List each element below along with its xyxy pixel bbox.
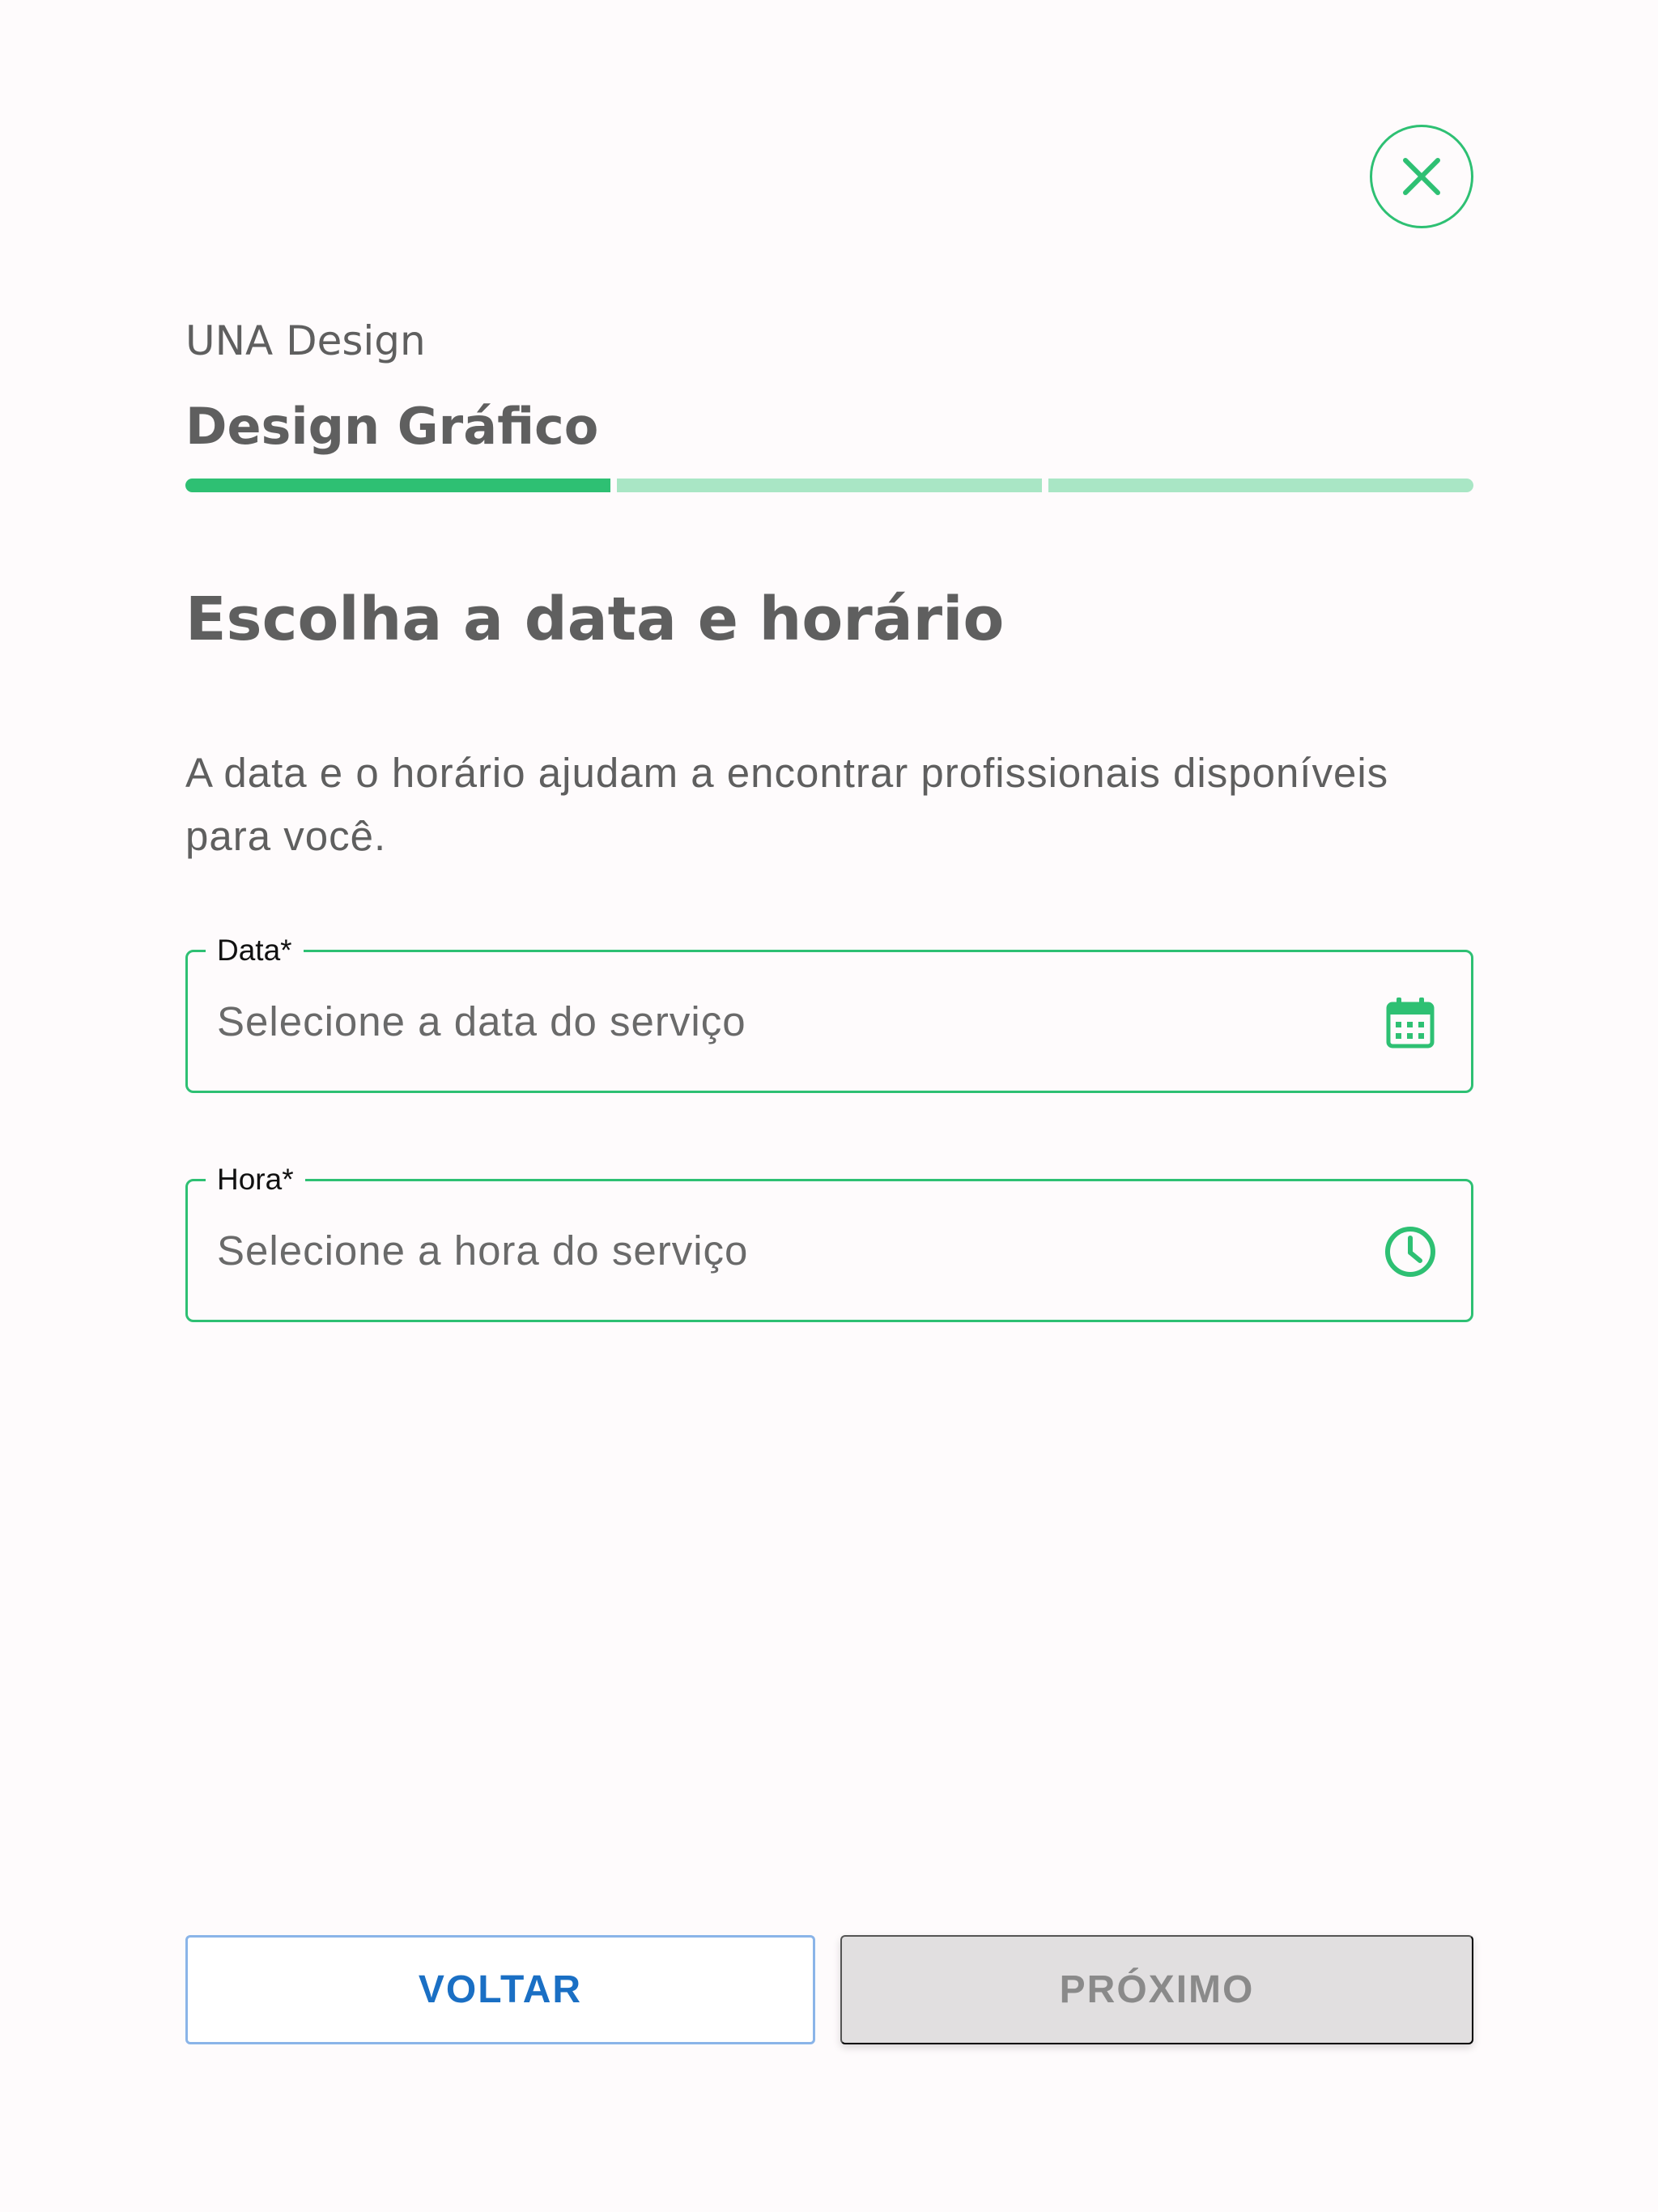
date-field[interactable]: Data* Selecione a data do serviço [185,934,1473,1093]
time-field-placeholder: Selecione a hora do serviço [217,1227,749,1274]
back-button[interactable]: VOLTAR [185,1935,815,2044]
close-icon [1403,158,1440,195]
time-field-label: Hora* [206,1163,305,1196]
service-schedule-screen: UNA Design Design Gráfico Escolha a data… [0,0,1658,2212]
next-button[interactable]: PRÓXIMO [840,1935,1473,2044]
clock-icon[interactable] [1382,1223,1439,1280]
calendar-icon[interactable] [1382,994,1439,1051]
service-title: Design Gráfico [185,397,599,456]
progress-step-1 [185,479,610,492]
date-field-placeholder: Selecione a data do serviço [217,998,746,1044]
close-button[interactable] [1370,125,1473,228]
page-description: A data e o horário ajudam a encontrar pr… [185,750,1389,859]
progress-step-3 [1048,479,1473,492]
progress-step-2 [617,479,1042,492]
provider-name: UNA Design [185,317,426,364]
step-progress-bar [185,479,1473,492]
date-field-label: Data* [206,934,304,967]
page-heading: Escolha a data e horário [185,585,1005,654]
time-field[interactable]: Hora* Selecione a hora do serviço [185,1163,1473,1322]
